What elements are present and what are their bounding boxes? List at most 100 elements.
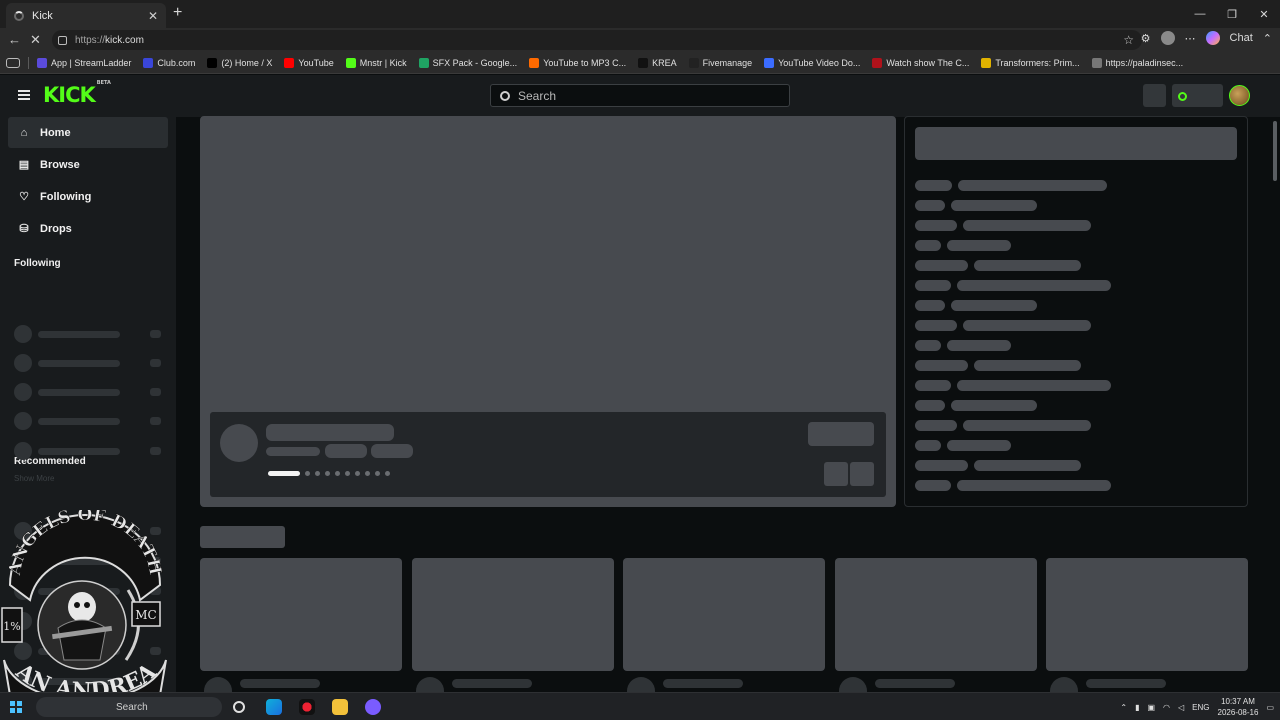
sidebar-item-following[interactable]: ♡ Following bbox=[8, 181, 168, 212]
new-tab-button[interactable]: + bbox=[173, 4, 182, 22]
home-icon: ⌂ bbox=[20, 126, 28, 139]
carousel-dot[interactable] bbox=[325, 471, 330, 476]
chat-button[interactable]: Chat bbox=[1230, 32, 1253, 44]
sidebar-collapse-icon[interactable]: ⌃ bbox=[1263, 32, 1272, 45]
browse-icon: ▤ bbox=[18, 159, 30, 171]
bookmark-item[interactable]: YouTube to MP3 C... bbox=[529, 57, 626, 68]
chat-text-skeleton bbox=[963, 420, 1091, 431]
app-icon[interactable] bbox=[299, 699, 315, 715]
minimize-icon[interactable]: — bbox=[1184, 0, 1216, 28]
chat-text-skeleton bbox=[947, 440, 1011, 451]
bookmark-item[interactable]: YouTube Video Do... bbox=[764, 57, 861, 68]
carousel-dot[interactable] bbox=[268, 471, 300, 476]
tab-title: Kick bbox=[32, 9, 53, 22]
extensions-icon[interactable]: ⚙ bbox=[1141, 32, 1151, 45]
taskbar-search[interactable]: Search bbox=[36, 697, 222, 717]
bookmark-item[interactable]: Watch show The C... bbox=[872, 57, 969, 68]
bookmark-label: SFX Pack - Google... bbox=[432, 57, 518, 68]
carousel-dot[interactable] bbox=[365, 471, 370, 476]
stream-card-skeleton[interactable] bbox=[1046, 558, 1248, 671]
bookmark-favicon-icon bbox=[688, 57, 699, 68]
carousel-dot[interactable] bbox=[315, 471, 320, 476]
display-icon[interactable]: ▣ bbox=[1147, 703, 1155, 712]
page-scrollbar[interactable] bbox=[1272, 117, 1278, 692]
stop-loading-icon[interactable]: ✕ bbox=[30, 32, 41, 48]
stream-card-title-skeleton bbox=[240, 679, 320, 688]
back-icon[interactable]: ← bbox=[8, 32, 21, 47]
close-window-icon[interactable]: ✕ bbox=[1248, 0, 1280, 28]
stream-card-skeleton[interactable] bbox=[623, 558, 825, 671]
app-icon[interactable] bbox=[365, 699, 381, 715]
url-protocol: https:// bbox=[75, 34, 106, 46]
user-avatar[interactable] bbox=[1229, 85, 1250, 106]
bookmark-favicon-icon bbox=[638, 57, 649, 68]
start-button[interactable] bbox=[10, 701, 22, 713]
bookmark-item[interactable]: SFX Pack - Google... bbox=[418, 57, 518, 68]
notifications-icon[interactable]: ▭ bbox=[1266, 703, 1274, 712]
microphone-icon[interactable]: ▮ bbox=[1135, 703, 1139, 712]
sidebar-item-browse[interactable]: ▤ Browse bbox=[8, 149, 168, 180]
sidebar-item-drops[interactable]: ⛁ Drops bbox=[8, 213, 168, 244]
bookmark-favicon-icon bbox=[37, 57, 47, 68]
wifi-icon[interactable]: ◠ bbox=[1163, 703, 1170, 712]
patch-left-badge: 1% bbox=[3, 620, 20, 633]
search-box[interactable] bbox=[490, 84, 790, 107]
carousel-next-skeleton[interactable] bbox=[850, 462, 874, 486]
edge-icon[interactable] bbox=[266, 699, 282, 715]
carousel-dot[interactable] bbox=[385, 471, 390, 476]
bookmark-item[interactable]: Transformers: Prim... bbox=[981, 57, 1080, 68]
file-explorer-icon[interactable] bbox=[332, 699, 348, 715]
bookmark-item[interactable]: YouTube bbox=[284, 57, 334, 68]
bookmark-label: YouTube Video Do... bbox=[778, 57, 861, 68]
menu-icon[interactable] bbox=[18, 90, 30, 100]
bookmark-item[interactable]: (2) Home / X bbox=[207, 57, 272, 68]
featured-stream-skeleton[interactable] bbox=[200, 116, 896, 507]
maximize-icon[interactable]: ❐ bbox=[1216, 0, 1248, 28]
carousel-dot[interactable] bbox=[375, 471, 380, 476]
carousel-dot[interactable] bbox=[305, 471, 310, 476]
stream-card-skeleton[interactable] bbox=[412, 558, 614, 671]
close-tab-icon[interactable]: ✕ bbox=[148, 9, 158, 23]
bookmark-favicon-icon bbox=[529, 57, 540, 68]
chat-text-skeleton bbox=[957, 380, 1111, 391]
carousel-dot[interactable] bbox=[335, 471, 340, 476]
bookmark-item[interactable]: KREA bbox=[638, 57, 677, 68]
clock-time: 10:37 AM bbox=[1221, 697, 1255, 706]
kick-logo[interactable]: KICK BETA bbox=[43, 80, 111, 107]
stream-card-skeleton[interactable] bbox=[200, 558, 402, 671]
volume-icon[interactable]: ◁ bbox=[1178, 703, 1184, 712]
sidebar-item-home[interactable]: ⌂ Home bbox=[8, 117, 168, 148]
search-input[interactable] bbox=[518, 88, 768, 103]
carousel-dot[interactable] bbox=[345, 471, 350, 476]
chat-username-skeleton bbox=[915, 260, 968, 271]
address-bar[interactable]: https:// kick.com ☆ bbox=[52, 30, 1142, 50]
favorite-star-icon[interactable]: ☆ bbox=[1123, 33, 1134, 47]
collections-icon[interactable] bbox=[6, 57, 20, 68]
carousel-prev-skeleton[interactable] bbox=[824, 462, 848, 486]
tray-overflow-icon[interactable]: ⌃ bbox=[1120, 703, 1127, 712]
stream-card-skeleton[interactable] bbox=[835, 558, 1037, 671]
viewer-count-skeleton bbox=[150, 330, 161, 338]
bookmark-item[interactable]: Fivemanage bbox=[688, 57, 752, 68]
bookmark-item[interactable]: https://paladinsec... bbox=[1091, 57, 1183, 68]
taskbar-clock[interactable]: 10:37 AM 2026-08-16 bbox=[1218, 696, 1259, 718]
chat-text-skeleton bbox=[957, 480, 1111, 491]
profile-avatar[interactable] bbox=[1160, 31, 1175, 45]
chat-username-skeleton bbox=[915, 220, 957, 231]
language-indicator[interactable]: ENG bbox=[1192, 703, 1209, 712]
more-menu-icon[interactable]: ⋯ bbox=[1185, 32, 1196, 45]
show-more-link[interactable]: Show More bbox=[14, 474, 54, 483]
task-view-icon[interactable] bbox=[233, 701, 245, 713]
bookmark-favicon-icon bbox=[345, 57, 356, 68]
browser-tab[interactable]: Kick ✕ bbox=[6, 3, 166, 28]
bookmark-item[interactable]: Club.com bbox=[143, 57, 195, 68]
browser-toolbar-right: ⚙ ⋯ Chat ⌃ bbox=[1141, 31, 1272, 45]
carousel-dot[interactable] bbox=[355, 471, 360, 476]
bookmark-item[interactable]: Mnstr | Kick bbox=[345, 57, 407, 68]
copilot-icon[interactable] bbox=[1205, 31, 1220, 45]
site-info-icon[interactable] bbox=[58, 35, 67, 45]
chat-username-skeleton bbox=[915, 280, 951, 291]
scrollbar-thumb[interactable] bbox=[1273, 121, 1277, 181]
bookmark-item[interactable]: App | StreamLadder bbox=[37, 57, 131, 68]
chat-text-skeleton bbox=[947, 240, 1011, 251]
